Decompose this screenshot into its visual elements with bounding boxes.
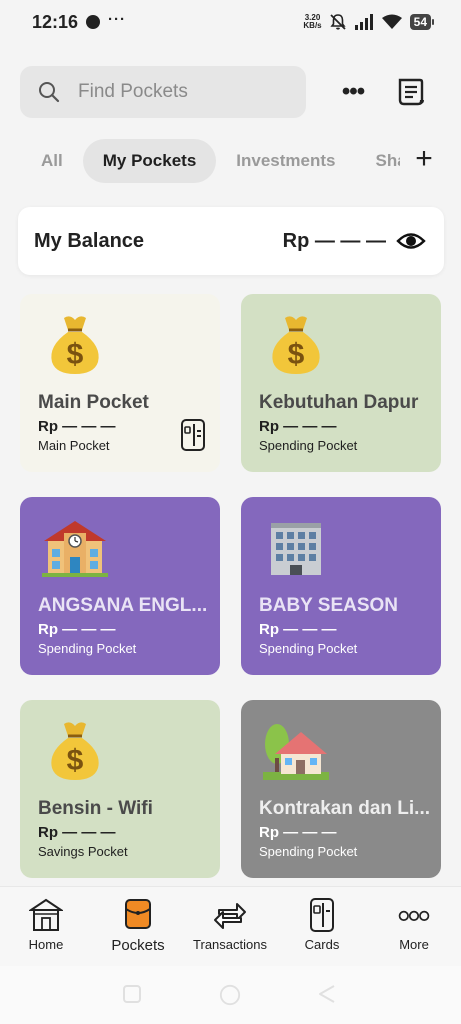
nav-transactions[interactable]: Transactions xyxy=(185,897,275,952)
pocket-name: Kebutuhan Dapur xyxy=(259,392,419,413)
pocket-name: Main Pocket xyxy=(38,392,149,413)
pocket-type: Spending Pocket xyxy=(259,844,358,859)
pocket-card-kontrakan[interactable]: Kontrakan dan Li... Rp — — — Spending Po… xyxy=(241,700,441,878)
signal-icon xyxy=(354,14,373,30)
tab-my-pockets[interactable]: My Pockets xyxy=(82,139,217,183)
balance-card: My Balance Rp — — — xyxy=(18,207,444,275)
nav-home[interactable]: Home xyxy=(1,897,91,952)
balance-value: Rp — — — xyxy=(282,229,386,252)
pocket-type: Spending Pocket xyxy=(259,641,358,656)
house-with-garden-icon xyxy=(263,724,329,780)
status-bar: 12:16 ··· 3.20 KB/s 54 xyxy=(0,0,461,44)
nav-label: Pockets xyxy=(111,937,165,954)
search-icon xyxy=(39,82,60,103)
pocket-amount: Rp — — — xyxy=(259,418,337,435)
nav-label: Home xyxy=(28,937,64,952)
pocket-card-baby-season[interactable]: BABY SEASON Rp — — — Spending Pocket xyxy=(241,497,441,675)
status-time: 12:16 xyxy=(32,11,79,32)
pocket-card-bensin-wifi[interactable]: $ Bensin - Wifi Rp — — — Savings Pocket xyxy=(20,700,220,878)
pocket-amount: Rp — — — xyxy=(38,418,116,435)
tab-all[interactable]: All xyxy=(20,139,83,183)
bottom-navigation: Home Pockets Transactions Cards More xyxy=(0,886,461,966)
network-speed-unit: KB/s xyxy=(303,21,322,30)
card-icon xyxy=(310,898,334,932)
pocket-amount: Rp — — — xyxy=(38,824,116,841)
school-icon xyxy=(42,521,108,577)
tab-shared[interactable]: Shared xyxy=(355,139,400,183)
home-icon xyxy=(29,898,63,931)
transfer-arrows-icon xyxy=(214,903,246,929)
pocket-name: Bensin - Wifi xyxy=(38,798,153,819)
wifi-icon xyxy=(381,14,402,29)
nav-cards[interactable]: Cards xyxy=(277,897,367,952)
more-options-button[interactable]: ••• xyxy=(336,78,370,106)
pocket-card-main[interactable]: $ Main Pocket Rp — — — Main Pocket xyxy=(20,294,220,472)
card-icon[interactable] xyxy=(180,418,206,452)
money-bag-icon: $ xyxy=(51,316,99,374)
balance-title: My Balance xyxy=(34,229,145,252)
money-bag-icon: $ xyxy=(272,316,320,374)
pocket-amount: Rp — — — xyxy=(38,621,116,638)
add-tab-button[interactable]: + xyxy=(410,144,438,174)
svg-text:$: $ xyxy=(288,338,305,371)
status-right: 3.20 KB/s 54 xyxy=(303,13,435,31)
nav-label: Transactions xyxy=(193,937,267,952)
pocket-card-kebutuhan-dapur[interactable]: $ Kebutuhan Dapur Rp — — — Spending Pock… xyxy=(241,294,441,472)
pocket-wallet-icon xyxy=(125,899,151,929)
pocket-name: ANGSANA ENGL... xyxy=(38,595,208,616)
svg-text:$: $ xyxy=(67,338,84,371)
status-overflow-dots: ··· xyxy=(108,10,127,28)
pocket-type: Savings Pocket xyxy=(38,844,128,859)
battery-indicator: 54 xyxy=(409,14,435,30)
nav-more[interactable]: More xyxy=(369,897,459,952)
search-bar[interactable] xyxy=(20,66,306,118)
office-building-icon xyxy=(271,523,321,575)
mute-icon xyxy=(330,14,346,30)
network-speed: 3.20 KB/s xyxy=(303,14,321,30)
status-left: 12:16 ··· xyxy=(32,10,127,33)
more-circles-icon xyxy=(398,910,430,921)
nav-label: Cards xyxy=(304,937,340,952)
pocket-tabs: All My Pockets Investments Shared xyxy=(20,138,400,184)
back-icon[interactable] xyxy=(316,984,338,1004)
pocket-type: Spending Pocket xyxy=(38,641,137,656)
search-input[interactable] xyxy=(78,81,278,103)
pocket-amount: Rp — — — xyxy=(259,824,337,841)
pocket-type: Spending Pocket xyxy=(259,438,358,453)
pocket-card-angsana[interactable]: ANGSANA ENGL... Rp — — — Spending Pocket xyxy=(20,497,220,675)
tab-investments[interactable]: Investments xyxy=(216,139,355,183)
balance-right: Rp — — — xyxy=(283,230,426,253)
svg-text:$: $ xyxy=(67,744,84,777)
eye-icon[interactable] xyxy=(396,230,426,252)
pocket-name: BABY SEASON xyxy=(259,595,399,616)
statement-document-icon[interactable] xyxy=(396,76,428,108)
home-circle-icon[interactable] xyxy=(218,984,242,1006)
pocket-amount: Rp — — — xyxy=(259,621,337,638)
system-navigation-bar xyxy=(0,966,461,1024)
recent-apps-icon[interactable] xyxy=(122,984,142,1004)
nav-pockets[interactable]: Pockets xyxy=(93,897,183,954)
pocket-name: Kontrakan dan Li... xyxy=(259,798,431,819)
notification-dot-icon xyxy=(86,15,101,29)
nav-label: More xyxy=(399,937,429,952)
pocket-type: Main Pocket xyxy=(38,438,110,453)
money-bag-icon: $ xyxy=(51,722,99,780)
